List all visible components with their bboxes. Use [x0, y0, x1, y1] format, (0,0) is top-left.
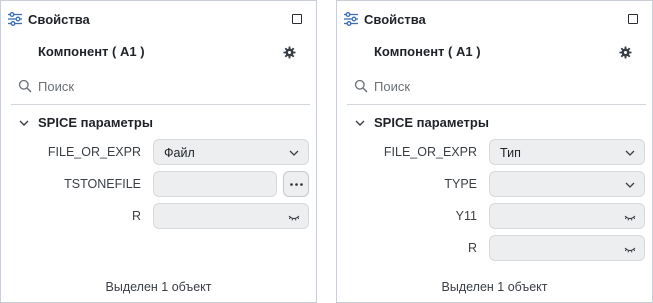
component-name: Компонент ( A1 ) — [38, 44, 145, 59]
gear-icon[interactable] — [283, 46, 296, 59]
section-title[interactable]: SPICE параметры — [38, 115, 153, 130]
ellipsis-icon — [290, 183, 303, 186]
sliders-icon — [344, 12, 358, 26]
search-icon — [18, 79, 32, 93]
chevron-down-icon — [289, 150, 299, 156]
param-label: FILE_OR_EXPR — [47, 145, 141, 159]
search-icon — [354, 79, 368, 93]
component-name: Компонент ( A1 ) — [374, 44, 481, 59]
select-value: Тип — [500, 146, 521, 160]
param-label: FILE_OR_EXPR — [383, 145, 477, 159]
section-title[interactable]: SPICE параметры — [374, 115, 489, 130]
panel-header: Свойства — [1, 1, 316, 37]
eye-closed-icon[interactable] — [288, 211, 300, 223]
param-label: Y11 — [455, 209, 477, 223]
param-label: R — [131, 209, 141, 223]
y11-input[interactable] — [489, 203, 645, 229]
eye-closed-icon[interactable] — [624, 211, 636, 223]
selection-status: Выделен 1 объект — [441, 280, 548, 294]
file-or-expr-select[interactable]: Файл — [153, 139, 309, 165]
eye-closed-icon[interactable] — [624, 243, 636, 255]
chevron-down-icon[interactable] — [354, 117, 366, 129]
search-input[interactable] — [374, 77, 614, 95]
file-or-expr-select[interactable]: Тип — [489, 139, 645, 165]
search-input[interactable] — [38, 77, 278, 95]
param-label: TYPE — [444, 177, 477, 191]
select-value: Файл — [164, 146, 195, 160]
square-icon[interactable] — [628, 14, 638, 24]
r-input[interactable] — [489, 235, 645, 261]
divider — [347, 104, 646, 105]
chevron-down-icon[interactable] — [18, 117, 30, 129]
properties-panel-right: Свойства Компонент ( A1 ) SPICE параметр… — [336, 0, 653, 303]
chevron-down-icon — [625, 182, 635, 188]
properties-panel-left: Свойства Компонент ( A1 ) SPICE параметр… — [0, 0, 317, 303]
selection-status: Выделен 1 объект — [105, 280, 212, 294]
sliders-icon — [8, 12, 22, 26]
param-label: R — [467, 241, 477, 255]
gear-icon[interactable] — [619, 46, 632, 59]
browse-button[interactable] — [283, 171, 309, 197]
square-icon[interactable] — [292, 14, 302, 24]
tstonefile-input[interactable] — [153, 171, 277, 197]
panel-title: Свойства — [364, 12, 426, 27]
type-select[interactable] — [489, 171, 645, 197]
r-input[interactable] — [153, 203, 309, 229]
divider — [11, 104, 310, 105]
panel-title: Свойства — [28, 12, 90, 27]
chevron-down-icon — [625, 150, 635, 156]
param-label: TSTONEFILE — [64, 177, 141, 191]
panel-header: Свойства — [337, 1, 652, 37]
